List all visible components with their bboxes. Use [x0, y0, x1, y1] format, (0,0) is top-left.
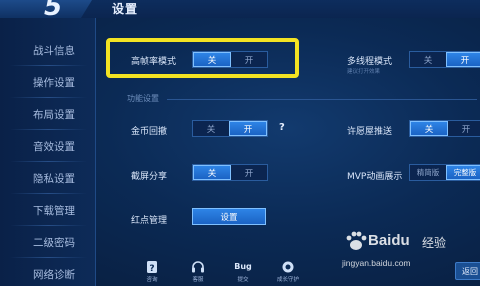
- shield-icon: [282, 261, 294, 273]
- sidebar-item-audio[interactable]: 音效设置: [0, 130, 95, 162]
- bottom-item-consult[interactable]: ? 咨询: [137, 260, 167, 286]
- sidebar-item-controls[interactable]: 操作设置: [0, 66, 95, 98]
- sidebar-item-secondary-password[interactable]: 二级密码: [0, 226, 95, 258]
- screenshot-share-toggle[interactable]: 关 开: [192, 164, 268, 181]
- sidebar-item-privacy[interactable]: 隐私设置: [0, 162, 95, 194]
- high-fps-toggle[interactable]: 关 开: [192, 51, 268, 68]
- bottom-item-bug-report[interactable]: Bug 提交: [228, 260, 258, 286]
- red-dot-label: 红点管理: [131, 216, 168, 226]
- bug-icon: Bug: [234, 262, 252, 271]
- sidebar-item-label: 音效设置: [33, 140, 75, 153]
- question-icon: ?: [147, 261, 157, 274]
- help-icon[interactable]: ?: [279, 122, 285, 133]
- watermark-brand: Baidu: [368, 232, 410, 249]
- watermark-url: jingyan.baidu.com: [342, 258, 411, 268]
- watermark-text: 经验: [422, 236, 447, 250]
- multithread-on-option[interactable]: 开: [446, 52, 480, 67]
- red-dot-settings-button[interactable]: 设置: [192, 208, 266, 225]
- wish-house-push-toggle[interactable]: 关 开: [409, 120, 480, 137]
- coin-return-off-option[interactable]: 关: [193, 121, 229, 136]
- sidebar-item-downloads[interactable]: 下载管理: [0, 194, 95, 226]
- mvp-simple-option[interactable]: 精简版: [410, 165, 446, 180]
- sidebar-item-label: 布局设置: [33, 108, 75, 121]
- page-title: 设置: [112, 2, 139, 16]
- sidebar-item-battle-info[interactable]: 战斗信息: [0, 34, 95, 66]
- sidebar-item-label: 操作设置: [33, 76, 75, 89]
- svg-text:?: ?: [149, 264, 154, 274]
- sidebar-item-label: 下载管理: [33, 204, 75, 217]
- game-logo: 5: [0, 0, 92, 18]
- mvp-animation-toggle[interactable]: 精简版 完整版: [409, 164, 480, 181]
- settings-sidebar: 战斗信息 操作设置 布局设置 音效设置 隐私设置 下载管理 二级密码 网络诊断: [0, 18, 96, 286]
- baidu-watermark: Baidu 经验 jingyan.baidu.com: [340, 230, 470, 280]
- screenshot-share-on-option[interactable]: 开: [231, 165, 267, 180]
- wish-house-push-off-option[interactable]: 关: [410, 121, 448, 136]
- bottom-item-label: 成长守护: [276, 277, 299, 283]
- high-fps-on-option[interactable]: 开: [231, 52, 267, 67]
- sidebar-item-label: 隐私设置: [33, 172, 75, 185]
- multithread-off-option[interactable]: 关: [410, 52, 446, 67]
- multithread-toggle[interactable]: 关 开: [409, 51, 480, 68]
- paw-logo-icon: [346, 231, 367, 250]
- screenshot-share-label: 截屏分享: [131, 172, 168, 182]
- sidebar-item-label: 二级密码: [33, 236, 75, 249]
- wish-house-push-label: 许愿屋推送: [347, 127, 393, 137]
- wish-house-push-on-option[interactable]: 开: [448, 121, 480, 136]
- screenshot-share-off-option[interactable]: 关: [193, 165, 231, 180]
- coin-return-label: 金币回撤: [131, 127, 168, 137]
- sidebar-item-layout[interactable]: 布局设置: [0, 98, 95, 130]
- sidebar-item-label: 网络诊断: [33, 268, 75, 281]
- bottom-item-label: 客服: [192, 277, 204, 283]
- coin-return-toggle[interactable]: 关 开: [192, 120, 268, 137]
- headset-icon: [192, 261, 204, 273]
- coin-return-on-option[interactable]: 开: [229, 121, 267, 136]
- bottom-item-growth-guard[interactable]: 成长守护: [273, 260, 303, 286]
- section-title-features: 功能设置: [127, 94, 159, 103]
- bottom-item-support[interactable]: 客服: [183, 260, 213, 286]
- bottom-item-label: 咨询: [146, 277, 158, 283]
- multithread-sublabel: 建议打开效果: [347, 69, 381, 75]
- multithread-label: 多线程模式: [347, 57, 393, 67]
- sidebar-item-network-diagnosis[interactable]: 网络诊断: [0, 258, 95, 286]
- mvp-animation-label: MVP动画展示: [347, 172, 403, 182]
- high-fps-off-option[interactable]: 关: [193, 52, 231, 67]
- bottom-item-label: 提交: [237, 277, 249, 283]
- top-header: 5 设置: [0, 0, 480, 18]
- mvp-full-option[interactable]: 完整版: [446, 165, 480, 180]
- sidebar-item-label: 战斗信息: [33, 44, 75, 57]
- section-divider: [167, 99, 477, 100]
- high-fps-label: 高帧率模式: [131, 57, 177, 67]
- back-button[interactable]: 返回: [455, 262, 480, 280]
